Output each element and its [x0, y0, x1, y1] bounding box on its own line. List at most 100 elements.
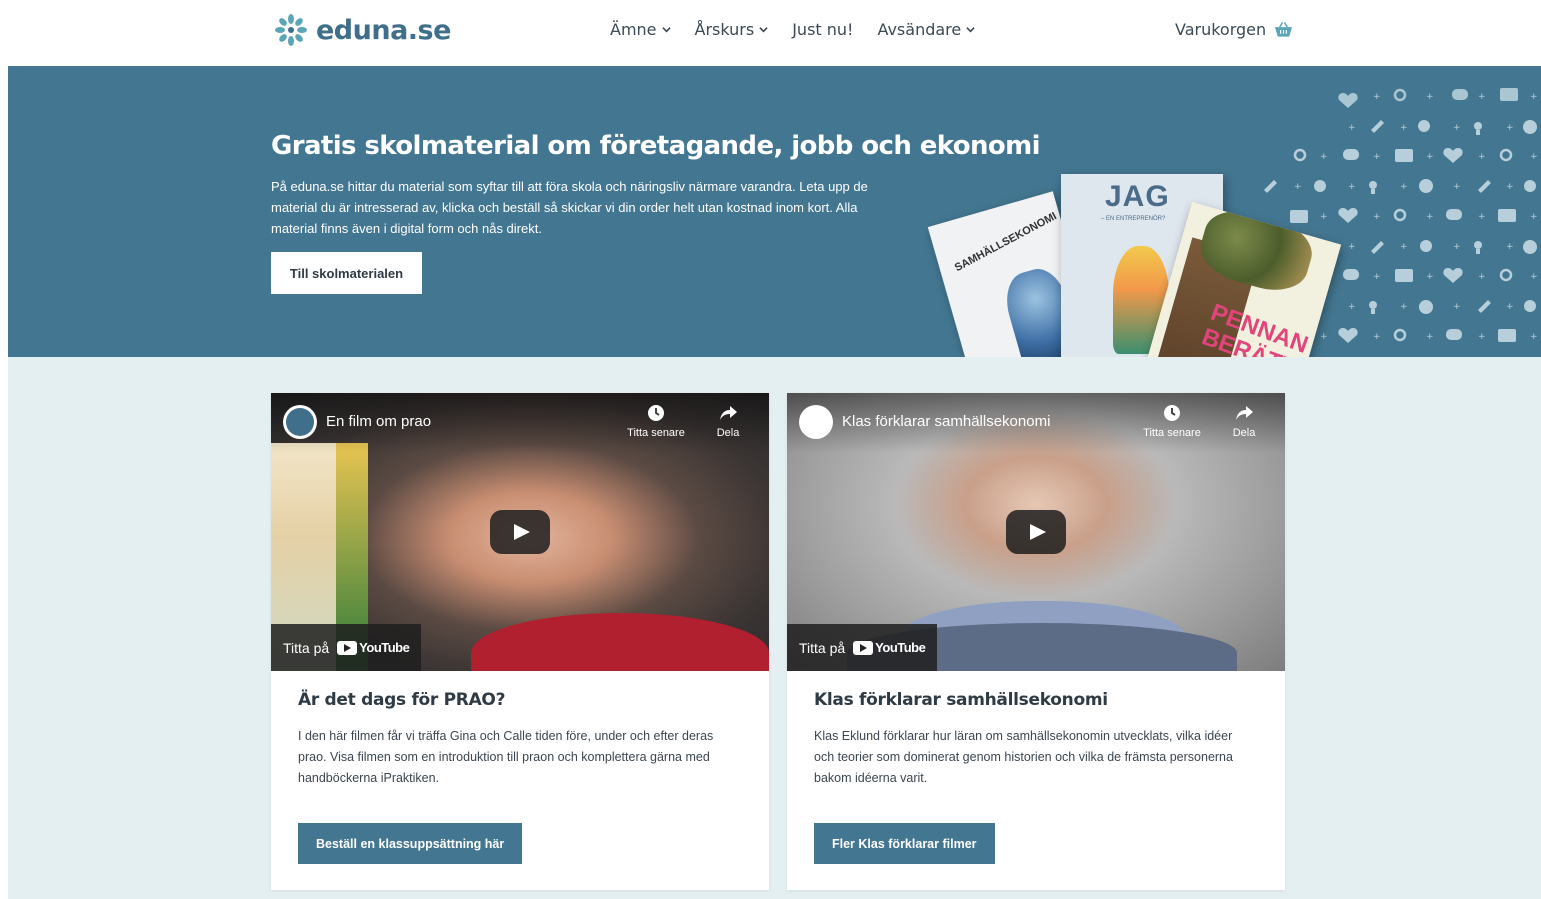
watch-on-youtube-button[interactable]: Titta på YouTube — [787, 624, 938, 671]
svg-text:+: + — [1530, 332, 1538, 342]
channel-avatar[interactable] — [283, 405, 317, 439]
play-button[interactable] — [1006, 510, 1066, 554]
svg-text:+: + — [1530, 152, 1538, 162]
share-label: Dela — [1232, 427, 1256, 439]
channel-avatar[interactable] — [799, 405, 833, 439]
watch-on-youtube-button[interactable]: Titta på YouTube — [271, 624, 422, 671]
youtube-logo: YouTube — [337, 640, 410, 655]
svg-text:+: + — [1373, 332, 1381, 342]
svg-text:+: + — [1400, 182, 1408, 192]
share-button[interactable]: Dela — [693, 403, 763, 439]
book-title: JAG — [1105, 180, 1170, 213]
card-title: Är det dags för PRAO? — [298, 690, 506, 710]
svg-text:+: + — [1426, 332, 1434, 342]
svg-text:+: + — [1478, 272, 1486, 282]
watch-later-button[interactable]: Titta senare — [621, 403, 691, 439]
video-player[interactable]: En film om prao Titta senare Dela Titta … — [271, 393, 769, 671]
svg-text:+: + — [1478, 212, 1486, 222]
youtube-play-icon — [853, 640, 874, 655]
clock-icon — [648, 405, 664, 421]
svg-text:+: + — [1400, 123, 1408, 133]
youtube-logo: YouTube — [853, 640, 926, 655]
to-materials-button[interactable]: Till skolmaterialen — [271, 252, 422, 294]
svg-text:+: + — [1373, 152, 1381, 162]
svg-text:+: + — [1478, 92, 1486, 102]
svg-text:+: + — [1478, 152, 1486, 162]
cart-link[interactable]: Varukorgen — [1175, 20, 1293, 39]
site-header: eduna.se Ämne Årskurs Just nu! Avsändare… — [0, 0, 1541, 66]
youtube-wordmark: YouTube — [875, 640, 926, 655]
play-button[interactable] — [490, 510, 550, 554]
nav-item-just-nu[interactable]: Just nu! — [792, 20, 853, 39]
nav-item-amne[interactable]: Ämne — [610, 20, 671, 39]
svg-text:+: + — [1348, 182, 1356, 192]
video-card-samhallsekonomi: Klas förklarar samhällsekonomi Titta sen… — [787, 393, 1285, 890]
nav-item-label: Årskurs — [694, 20, 755, 39]
heart-icon — [1338, 93, 1358, 108]
search-icon — [1393, 88, 1407, 102]
cart-label: Varukorgen — [1175, 20, 1267, 39]
video-title[interactable]: Klas förklarar samhällsekonomi — [842, 413, 1050, 430]
video-player[interactable]: Klas förklarar samhällsekonomi Titta sen… — [787, 393, 1285, 671]
svg-text:+: + — [1530, 212, 1538, 222]
svg-text:+: + — [1320, 212, 1328, 222]
nav-item-avsandare[interactable]: Avsändare — [877, 20, 975, 39]
svg-text:+: + — [1453, 242, 1461, 252]
video-thumbnail — [471, 613, 769, 671]
svg-text:+: + — [1506, 123, 1514, 133]
channel-avatar-inner — [286, 408, 314, 436]
svg-text:+: + — [1294, 182, 1302, 192]
chevron-down-icon — [966, 27, 975, 33]
youtube-wordmark: YouTube — [359, 640, 410, 655]
chevron-down-icon — [661, 27, 671, 33]
share-label: Dela — [716, 427, 740, 439]
svg-text:+: + — [1506, 302, 1514, 312]
card-text: Klas Eklund förklarar hur läran om samhä… — [814, 729, 1233, 785]
watch-later-label: Titta senare — [627, 427, 685, 439]
nav-item-arskurs[interactable]: Årskurs — [695, 20, 769, 39]
svg-text:+: + — [1426, 212, 1434, 222]
nav-item-label: Just nu! — [792, 20, 854, 39]
svg-text:+: + — [1453, 302, 1461, 312]
eduna-flower-icon — [275, 14, 307, 46]
svg-text:+: + — [1400, 302, 1408, 312]
more-klas-films-button[interactable]: Fler Klas förklarar filmer — [814, 823, 995, 864]
hero-banner: Gratis skolmaterial om företagande, jobb… — [8, 66, 1541, 357]
share-button[interactable]: Dela — [1209, 403, 1279, 439]
svg-text:+: + — [1530, 272, 1538, 282]
svg-text:+: + — [1426, 92, 1434, 102]
svg-text:+: + — [1373, 272, 1381, 282]
hero-title: Gratis skolmaterial om företagande, jobb… — [271, 131, 1041, 161]
nav-item-label: Ämne — [610, 20, 657, 39]
svg-text:+: + — [1400, 242, 1408, 252]
svg-text:+: + — [1373, 92, 1381, 102]
svg-text:+: + — [1453, 182, 1461, 192]
nav-item-label: Avsändare — [877, 20, 962, 39]
main-nav: Ämne Årskurs Just nu! Avsändare — [610, 20, 975, 39]
watch-on-label: Titta på — [799, 639, 846, 656]
svg-text:+: + — [1530, 92, 1538, 102]
card-title: Klas förklarar samhällsekonomi — [814, 690, 1108, 710]
video-card-prao: En film om prao Titta senare Dela Titta … — [271, 393, 769, 890]
svg-text:+: + — [1320, 332, 1328, 342]
basket-icon — [1275, 21, 1293, 37]
book-subtitle: – EN ENTREPRENÖR? — [1101, 216, 1166, 222]
order-class-set-button[interactable]: Beställ en klassuppsättning här — [298, 823, 523, 864]
share-icon — [1236, 406, 1253, 420]
watch-on-label: Titta på — [283, 639, 330, 656]
chevron-down-icon — [759, 27, 768, 33]
youtube-play-icon — [337, 640, 358, 655]
logo[interactable]: eduna.se — [274, 10, 451, 50]
svg-text:+: + — [1348, 123, 1356, 133]
book-title: SAMHÄLLSEKONOMI — [952, 210, 1059, 275]
svg-text:+: + — [1373, 212, 1381, 222]
video-title[interactable]: En film om prao — [326, 413, 431, 430]
svg-text:+: + — [1320, 152, 1328, 162]
svg-text:+: + — [1348, 302, 1356, 312]
logo-text: eduna.se — [316, 14, 451, 46]
watch-later-button[interactable]: Titta senare — [1137, 403, 1207, 439]
hero-text: På eduna.se hittar du material som syfta… — [271, 179, 868, 236]
clock-icon — [1164, 405, 1180, 421]
svg-text:+: + — [1478, 332, 1486, 342]
svg-text:+: + — [1453, 123, 1461, 133]
